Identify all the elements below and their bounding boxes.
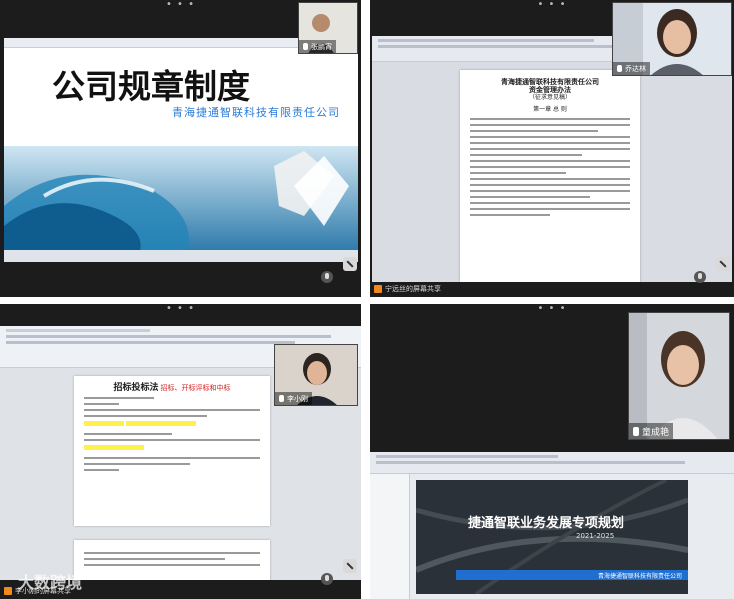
participant-camera: 童成艳 [628,312,730,440]
slide-company-band: 青海捷通智联科技有限责任公司 [456,570,688,580]
doc-status: （征求意见稿） [528,94,571,101]
fullscreen-icon[interactable] [716,257,730,271]
participant-name-tag: 乔达林 [613,62,650,75]
mic-icon [633,426,639,436]
fullscreen-icon[interactable] [343,257,357,271]
video-tile-bottom-left[interactable]: • • • 招标投标法 招标、开标评标和中标 李小刚 李小刚的屏幕共享 大数跨境 [0,304,361,599]
person-avatar [629,313,729,439]
slide-subtitle: 青海捷通智联科技有限责任公司 [172,106,340,119]
mic-icon [617,65,622,72]
participant-name-tag: 张鹏宵 [299,40,336,53]
participant-name-tag: 童成艳 [629,423,674,439]
participant-name-tag: 李小刚 [275,392,312,405]
document-page-2 [74,540,270,580]
video-tile-top-left[interactable]: • • • 公司规章制度 青海捷通智联科技有限责任公司 张鹏宵 [0,0,361,297]
video-tile-top-right[interactable]: • • • 青海捷通智联科技有限责任公司 资金管理办法 （征求意见稿） 第一章 … [370,0,734,297]
screen-share-icon [4,587,12,595]
document-page: 青海捷通智联科技有限责任公司 资金管理办法 （征求意见稿） 第一章 总 则 [460,70,640,282]
fullscreen-icon[interactable] [343,559,357,573]
slide-title: 捷通智联业务发展专项规划 [468,516,625,531]
tile-menu-dots[interactable]: • • • [537,0,566,10]
ppt-ribbon [370,452,734,474]
shared-screen: 捷通智联业务发展专项规划 2021-2025 青海捷通智联科技有限责任公司 [370,452,734,599]
tile-menu-dots[interactable]: • • • [166,304,195,314]
slide-title: 公司规章制度 [52,67,250,106]
participant-name: 李小刚 [287,394,308,403]
participant-camera: 乔达林 [612,2,732,76]
mic-icon [303,43,308,50]
microphone-icon[interactable] [694,271,706,283]
slide-panel [370,474,410,599]
tile-menu-dots[interactable]: • • • [166,0,195,10]
participant-name: 童成艳 [642,427,670,438]
doc-title: 招标投标法 [113,383,159,393]
document-page: 招标投标法 招标、开标评标和中标 [74,376,270,526]
participant-name: 张鹏宵 [311,42,332,51]
screen-share-icon [374,285,382,293]
microphone-icon[interactable] [321,271,333,283]
screen-share-label: 宁远丝的屏幕共享 [374,284,441,294]
tile-menu-dots[interactable]: • • • [537,304,566,314]
slide-company: 青海捷通智联科技有限责任公司 [597,572,682,580]
video-tile-bottom-right[interactable]: • • • 童成艳 捷通智联业务发展专项规划 2021-2025 青海捷通智联科… [370,304,734,599]
participant-camera: 李小刚 [274,344,358,406]
mic-icon [279,395,284,402]
microphone-icon[interactable] [321,573,333,585]
participant-camera: 张鹏宵 [298,2,358,54]
doc-chapter: 第一章 总 则 [533,106,567,113]
slide: 捷通智联业务发展专项规划 2021-2025 青海捷通智联科技有限责任公司 [416,480,688,594]
slide-years: 2021-2025 [576,532,615,540]
watermark: 大数跨境 [18,573,83,592]
participant-name: 乔达林 [625,64,646,73]
doc-title: 资金管理办法 [529,85,571,94]
ocean-wave-image [4,146,358,262]
doc-title-suffix: 招标、开标评标和中标 [160,384,231,392]
shared-screen: 公司规章制度 青海捷通智联科技有限责任公司 [4,38,358,262]
